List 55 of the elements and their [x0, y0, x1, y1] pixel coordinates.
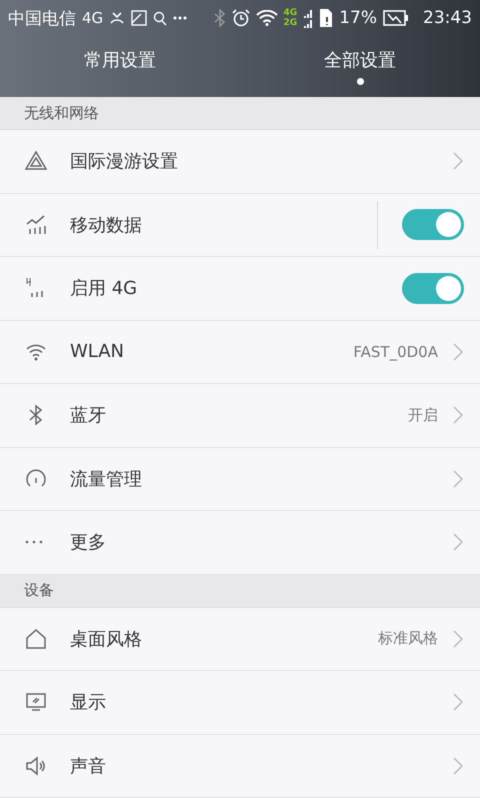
tab[interactable]: 常用设置 — [0, 36, 240, 97]
row-label: 移动数据 — [70, 214, 143, 237]
image-icon — [131, 10, 148, 26]
row-label: WLAN — [70, 341, 126, 362]
section-header: 设备 — [0, 574, 480, 608]
more-icon — [24, 540, 44, 544]
signal-trend-icon — [24, 212, 48, 237]
alarm-icon — [232, 9, 250, 27]
sim-card-icon — [319, 8, 334, 28]
chevron-icon — [452, 532, 464, 552]
signal-label: 4G — [284, 8, 298, 18]
row-label: 流量管理 — [70, 468, 143, 491]
speaker-icon — [24, 754, 48, 778]
settings-row[interactable]: 启用 4G — [0, 257, 480, 320]
row-label: 显示 — [70, 691, 107, 714]
chevron-icon — [452, 342, 464, 362]
signal-label: 2G — [284, 18, 298, 28]
settings-row[interactable]: 国际漫游设置 — [0, 130, 480, 194]
settings-row[interactable]: WLAN FAST_0D0A — [0, 320, 480, 384]
battery-percent: 17% — [339, 8, 377, 28]
settings-row[interactable]: 显示 — [0, 671, 480, 734]
settings-row[interactable]: 蓝牙 开启 — [0, 384, 480, 448]
row-value: FAST_0D0A — [353, 342, 438, 361]
row-label: 声音 — [70, 754, 107, 778]
row-value: 开启 — [408, 406, 438, 425]
tab[interactable]: 全部设置 — [240, 36, 480, 97]
chevron-icon — [452, 628, 464, 649]
row-label: 桌面风格 — [70, 628, 143, 651]
chevron-icon — [452, 692, 464, 712]
row-label: 更多 — [70, 531, 107, 554]
toggle-switch[interactable] — [402, 209, 464, 240]
chevron-icon — [452, 151, 464, 172]
chevron-icon — [452, 468, 464, 489]
settings-row[interactable]: 声音 — [0, 734, 480, 798]
home-icon — [24, 626, 48, 651]
settings-row[interactable]: 移动数据 — [0, 194, 480, 257]
settings-row[interactable]: 桌面风格 标准风格 — [0, 608, 480, 671]
more-icon — [173, 16, 188, 20]
carrier-name: 中国电信 — [8, 8, 76, 30]
row-value: 标准风格 — [378, 629, 438, 648]
chevron-icon — [452, 756, 464, 776]
clock-time: 23:43 — [423, 8, 472, 28]
row-label: 蓝牙 — [70, 404, 107, 428]
row-label: 国际漫游设置 — [70, 150, 179, 174]
section-header: 无线和网络 — [0, 97, 480, 130]
toggle-switch[interactable] — [402, 272, 464, 304]
row-label: 启用 4G — [70, 277, 138, 300]
wifi-icon — [256, 10, 278, 26]
missed-call-icon — [109, 11, 126, 25]
battery-charging-icon — [383, 10, 409, 26]
search-icon — [153, 10, 168, 26]
chevron-icon — [452, 405, 464, 426]
network-type: 4G — [82, 9, 104, 27]
settings-row[interactable]: 流量管理 — [0, 448, 480, 511]
bluetooth-icon — [214, 9, 226, 27]
